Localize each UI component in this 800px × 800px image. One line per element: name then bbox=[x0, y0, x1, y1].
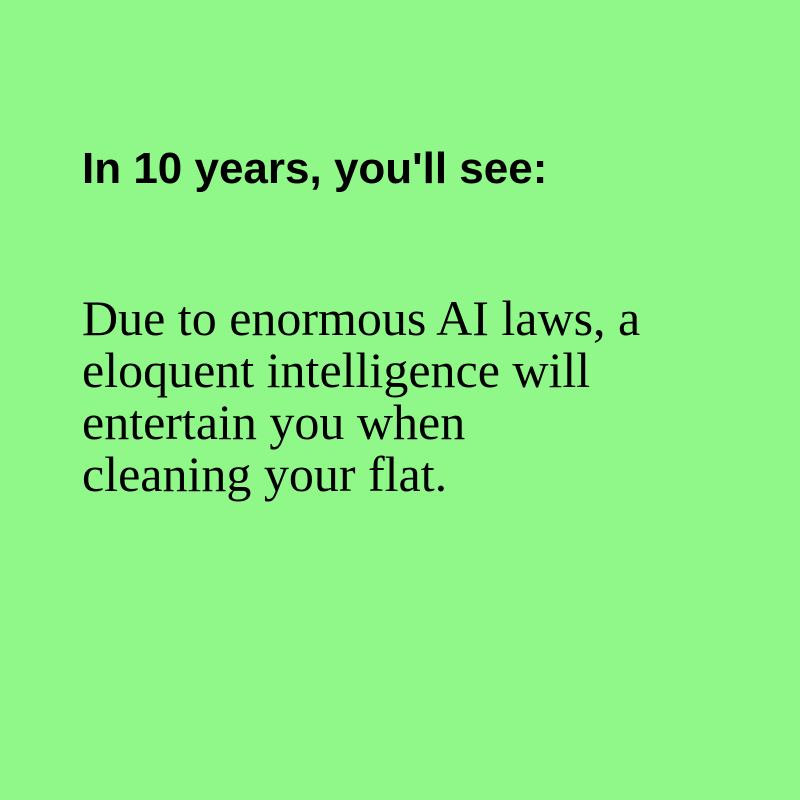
prediction-line: Due to enormous AI laws, a bbox=[82, 290, 641, 346]
prediction-line: entertain you when bbox=[82, 394, 466, 450]
heading-text: In 10 years, you'll see: bbox=[82, 144, 548, 193]
prediction-line: eloquent intelligence will bbox=[82, 342, 591, 398]
card-canvas: In 10 years, you'll see: Due to enormous… bbox=[0, 0, 800, 800]
prediction-text: Due to enormous AI laws, a eloquent inte… bbox=[82, 292, 742, 500]
prediction-line: cleaning your flat. bbox=[82, 446, 448, 502]
